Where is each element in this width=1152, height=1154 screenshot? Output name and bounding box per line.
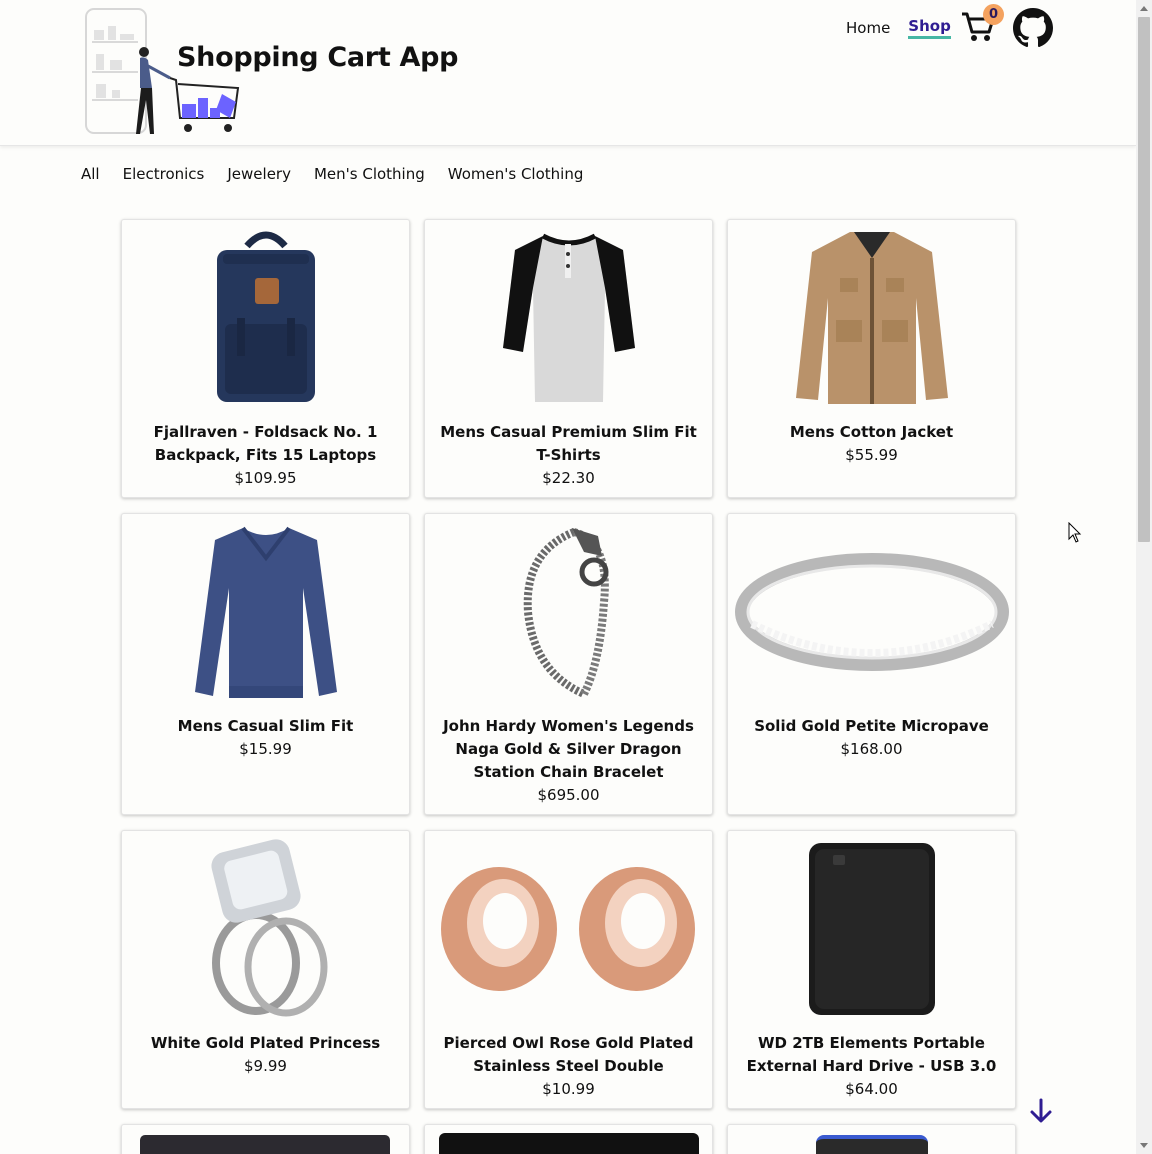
bracelet-image [425, 522, 712, 702]
scroll-up-arrow-icon[interactable] [1140, 6, 1148, 11]
product-card[interactable]: Solid Gold Petite Micropave $168.00 [727, 513, 1016, 815]
product-title: Solid Gold Petite Micropave [754, 717, 989, 735]
scroll-down-arrow-icon[interactable] [1029, 1098, 1053, 1124]
product-price: $695.00 [537, 786, 600, 804]
app-title: Shopping Cart App [177, 42, 459, 73]
category-all[interactable]: All [81, 165, 100, 183]
category-jewelery[interactable]: Jewelery [227, 165, 291, 183]
product-card[interactable]: Pierced Owl Rose Gold Plated Stainless S… [424, 830, 713, 1109]
product-card[interactable]: Mens Casual Slim Fit $15.99 [121, 513, 410, 815]
product-card[interactable]: Mens Cotton Jacket $55.99 [727, 219, 1016, 498]
product-price: $55.99 [845, 446, 898, 464]
vertical-scrollbar[interactable] [1136, 0, 1152, 1154]
product-price: $22.30 [542, 469, 595, 487]
tshirt-image [425, 228, 712, 408]
diamond-ring-image [122, 839, 409, 1019]
mouse-cursor-icon [1068, 522, 1082, 543]
product-card[interactable] [424, 1124, 713, 1154]
product-image [816, 1135, 928, 1154]
ring-band-image [728, 522, 1015, 702]
product-title: White Gold Plated Princess [150, 1034, 381, 1052]
product-title: Fjallraven - Foldsack No. 1 Backpack, Fi… [153, 423, 378, 464]
rose-gold-plugs-image [425, 839, 712, 1019]
scrollbar-thumb[interactable] [1138, 17, 1150, 542]
shopping-illustration-icon [85, 8, 240, 134]
nav-shop-link[interactable]: Shop [908, 17, 951, 39]
product-card[interactable]: Fjallraven - Foldsack No. 1 Backpack, Fi… [121, 219, 410, 498]
nav-home-link[interactable]: Home [846, 19, 890, 37]
product-image [140, 1135, 390, 1154]
hard-drive-image [728, 839, 1015, 1019]
cart-count-badge: 0 [983, 4, 1004, 25]
category-electronics[interactable]: Electronics [123, 165, 205, 183]
category-mens-clothing[interactable]: Men's Clothing [314, 165, 425, 183]
site-header: Shopping Cart App Home Shop 0 [0, 0, 1136, 146]
product-image [439, 1133, 699, 1154]
main-nav: Home Shop [846, 16, 969, 40]
product-title: John Hardy Women's Legends Naga Gold & S… [443, 717, 694, 781]
product-title: WD 2TB Elements Portable External Hard D… [746, 1034, 997, 1075]
cart-button[interactable]: 0 [961, 4, 1004, 44]
product-price: $64.00 [845, 1080, 898, 1098]
sweater-image [122, 522, 409, 702]
product-card[interactable] [727, 1124, 1016, 1154]
product-price: $109.95 [234, 469, 297, 487]
product-card[interactable]: White Gold Plated Princess $9.99 [121, 830, 410, 1109]
product-card[interactable]: Mens Casual Premium Slim Fit T-Shirts $2… [424, 219, 713, 498]
jacket-image [728, 228, 1015, 408]
product-title: Pierced Owl Rose Gold Plated Stainless S… [443, 1034, 694, 1075]
product-title: Mens Casual Slim Fit [177, 717, 354, 735]
category-filter-bar: All Electronics Jewelery Men's Clothing … [81, 165, 606, 183]
scroll-down-icon[interactable] [1140, 1143, 1148, 1148]
product-card[interactable] [121, 1124, 410, 1154]
product-price: $15.99 [239, 740, 292, 758]
product-title: Mens Casual Premium Slim Fit T-Shirts [440, 423, 697, 464]
backpack-image [122, 228, 409, 408]
product-card[interactable]: John Hardy Women's Legends Naga Gold & S… [424, 513, 713, 815]
product-card[interactable]: WD 2TB Elements Portable External Hard D… [727, 830, 1016, 1109]
product-price: $10.99 [542, 1080, 595, 1098]
github-icon[interactable] [1013, 8, 1053, 48]
product-price: $168.00 [840, 740, 903, 758]
product-title: Mens Cotton Jacket [789, 423, 954, 441]
category-womens-clothing[interactable]: Women's Clothing [448, 165, 584, 183]
product-price: $9.99 [244, 1057, 287, 1075]
